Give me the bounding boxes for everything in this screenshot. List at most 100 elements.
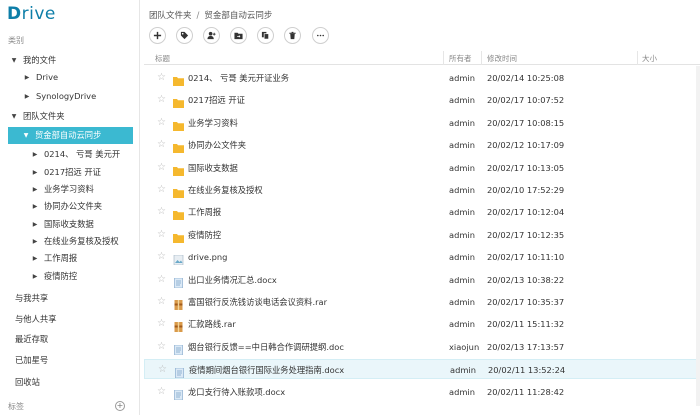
tag-button[interactable] <box>176 27 193 44</box>
star-icon[interactable]: ☆ <box>157 68 166 88</box>
tree-selected-folder[interactable]: ▼ 贸金部自动云同步 <box>8 127 133 144</box>
file-name[interactable]: 0214、 亏哥 美元开证业务 <box>188 68 443 88</box>
file-name[interactable]: 在线业务复核及授权 <box>188 180 443 200</box>
file-owner: admin <box>449 319 475 330</box>
nav-recent[interactable]: 最近存取 <box>15 333 48 345</box>
caret-right-icon[interactable]: ▶ <box>31 198 39 215</box>
star-icon[interactable]: ☆ <box>157 158 166 178</box>
breadcrumb-root[interactable]: 团队文件夹 <box>149 11 192 21</box>
file-name[interactable]: 出口业务情况汇总.docx <box>188 270 443 290</box>
share-user-button[interactable] <box>203 27 220 44</box>
column-divider[interactable] <box>637 51 638 65</box>
caret-right-icon[interactable]: ▶ <box>31 164 39 181</box>
add-tag-icon[interactable]: + <box>115 401 125 411</box>
copy-button[interactable] <box>257 27 274 44</box>
tree-subfolder[interactable]: ▶ 协同办公文件夹 <box>0 198 139 215</box>
file-name[interactable]: 业务学习资料 <box>188 113 443 133</box>
move-button[interactable] <box>230 27 247 44</box>
tree-synologydrive[interactable]: ▶ SynologyDrive <box>0 88 139 105</box>
star-icon[interactable]: ☆ <box>157 180 166 200</box>
caret-down-icon[interactable]: ▼ <box>22 127 30 144</box>
file-row[interactable]: ☆ 疫情期间烟台银行国际业务处理指南.docx admin 20/02/11 13:5… <box>144 359 700 380</box>
file-row[interactable]: ☆ 0217招远 开证 admin 20/02/17 10:07:52 <box>144 90 700 110</box>
file-name[interactable]: 富国银行反洗钱访谈电话会议资料.rar <box>188 292 443 312</box>
star-icon[interactable]: ☆ <box>157 382 166 402</box>
tree-team-folder[interactable]: ▼ 团队文件夹 <box>0 108 139 125</box>
caret-right-icon[interactable]: ▶ <box>31 250 39 267</box>
star-icon[interactable]: ☆ <box>157 270 166 290</box>
star-icon[interactable]: ☆ <box>157 90 166 110</box>
file-row[interactable]: ☆ 协同办公文件夹 admin 20/02/12 10:17:09 <box>144 135 700 155</box>
col-owner[interactable]: 所有者 <box>449 53 472 64</box>
star-icon[interactable]: ☆ <box>157 113 166 133</box>
folder-icon <box>173 73 184 86</box>
file-name[interactable]: 协同办公文件夹 <box>188 135 443 155</box>
file-name[interactable]: 疫情防控 <box>188 225 443 245</box>
star-icon[interactable]: ☆ <box>157 247 166 267</box>
star-icon[interactable]: ☆ <box>157 337 166 357</box>
file-row[interactable]: ☆ 汇款路线.rar admin 20/02/11 15:11:32 <box>144 314 700 334</box>
tags-title: 标签 <box>8 402 24 411</box>
column-divider[interactable] <box>481 51 482 65</box>
caret-right-icon[interactable]: ▶ <box>23 88 31 105</box>
file-name[interactable]: 0217招远 开证 <box>188 90 443 110</box>
file-owner: admin <box>449 95 475 106</box>
nav-shared-with-others[interactable]: 与他人共享 <box>15 313 57 325</box>
file-modified: 20/02/17 10:11:10 <box>487 252 565 263</box>
new-button[interactable] <box>149 27 166 44</box>
star-icon[interactable]: ☆ <box>157 225 166 245</box>
file-row[interactable]: ☆ 烟台银行反馈==中日韩合作调研提纲.doc xiaojun 20/02/13 17… <box>144 337 700 357</box>
file-row[interactable]: ☆ 富国银行反洗钱访谈电话会议资料.rar admin 20/02/17 10:35:… <box>144 292 700 312</box>
more-button[interactable] <box>312 27 329 44</box>
tree-subfolder[interactable]: ▶ 0214、 亏哥 美元开 <box>0 146 139 163</box>
col-name[interactable]: 标题 <box>155 53 170 64</box>
nav-starred[interactable]: 已加星号 <box>15 354 48 366</box>
file-row[interactable]: ☆ 国际收支数据 admin 20/02/17 10:13:05 <box>144 158 700 178</box>
caret-right-icon[interactable]: ▶ <box>31 146 39 163</box>
col-modified[interactable]: 修改时间 <box>487 53 517 64</box>
file-name[interactable]: 龙口支行待入账款项.docx <box>188 382 443 402</box>
caret-right-icon[interactable]: ▶ <box>31 268 39 285</box>
file-row[interactable]: ☆ 在线业务复核及授权 admin 20/02/10 17:52:29 <box>144 180 700 200</box>
file-name[interactable]: 烟台银行反馈==中日韩合作调研提纲.doc <box>188 337 443 357</box>
file-row[interactable]: ☆ 龙口支行待入账款项.docx admin 20/02/11 11:28:42 <box>144 382 700 402</box>
file-modified: 20/02/13 10:38:22 <box>487 274 565 285</box>
file-name[interactable]: drive.png <box>188 247 443 267</box>
star-icon[interactable]: ☆ <box>157 314 166 334</box>
star-icon[interactable]: ☆ <box>157 135 166 155</box>
caret-right-icon[interactable]: ▶ <box>31 233 39 250</box>
file-row[interactable]: ☆ 工作周报 admin 20/02/17 10:12:04 <box>144 202 700 222</box>
caret-down-icon[interactable]: ▼ <box>10 52 18 69</box>
caret-right-icon[interactable]: ▶ <box>23 69 31 86</box>
tree-subfolder[interactable]: ▶ 工作周报 <box>0 250 139 267</box>
star-icon[interactable]: ☆ <box>157 202 166 222</box>
tree-my-files[interactable]: ▼ 我的文件 <box>0 52 139 69</box>
file-name[interactable]: 工作周报 <box>188 202 443 222</box>
tree-subfolder[interactable]: ▶ 疫情防控 <box>0 268 139 285</box>
drive-logo[interactable]: Drive <box>7 4 56 24</box>
file-name[interactable]: 国际收支数据 <box>188 158 443 178</box>
tree-subfolder[interactable]: ▶ 国际收支数据 <box>0 216 139 233</box>
file-row[interactable]: ☆ 疫情防控 admin 20/02/17 10:12:35 <box>144 225 700 245</box>
tree-subfolder[interactable]: ▶ 业务学习资料 <box>0 181 139 198</box>
file-row[interactable]: ☆ 0214、 亏哥 美元开证业务 admin 20/02/14 10:25:08 <box>144 68 700 88</box>
scrollbar[interactable] <box>696 66 700 406</box>
caret-right-icon[interactable]: ▶ <box>31 181 39 198</box>
file-name[interactable]: 汇款路线.rar <box>188 314 443 334</box>
tree-subfolder[interactable]: ▶ 在线业务复核及授权 <box>0 233 139 250</box>
tree-subfolder[interactable]: ▶ 0217招远 开证 <box>0 164 139 181</box>
nav-shared-with-me[interactable]: 与我共享 <box>15 292 48 304</box>
star-icon[interactable]: ☆ <box>157 292 166 312</box>
nav-recycle-bin[interactable]: 回收站 <box>15 376 40 388</box>
file-row[interactable]: ☆ 业务学习资料 admin 20/02/17 10:08:15 <box>144 113 700 133</box>
column-divider[interactable] <box>443 51 444 65</box>
tree-drive[interactable]: ▶ Drive <box>0 69 139 86</box>
star-icon[interactable]: ☆ <box>158 360 167 380</box>
col-size[interactable]: 大小 <box>642 53 657 64</box>
file-row[interactable]: ☆ drive.png admin 20/02/17 10:11:10 <box>144 247 700 267</box>
file-row[interactable]: ☆ 出口业务情况汇总.docx admin 20/02/13 10:38:22 <box>144 270 700 290</box>
file-name[interactable]: 疫情期间烟台银行国际业务处理指南.docx <box>189 360 444 380</box>
caret-down-icon[interactable]: ▼ <box>10 108 18 125</box>
caret-right-icon[interactable]: ▶ <box>31 216 39 233</box>
delete-button[interactable] <box>284 27 301 44</box>
